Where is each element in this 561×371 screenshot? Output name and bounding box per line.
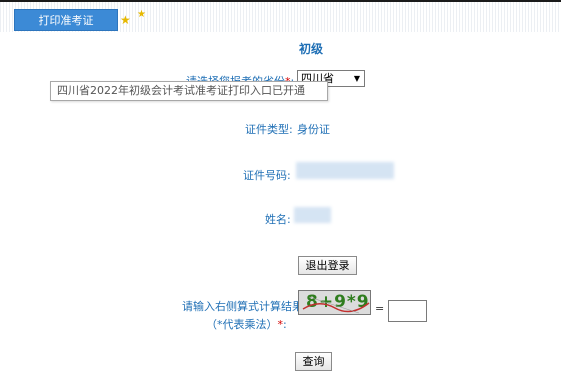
cert-number-label: 证件号码: <box>243 169 291 182</box>
captcha-label-line2: （*代表乘法）*: <box>206 316 287 332</box>
captcha-label: 请输入右侧算式计算结果 <box>182 300 303 313</box>
captcha-image[interactable]: 8+9*9 <box>298 290 371 315</box>
dropdown-arrow-icon[interactable]: ▼ <box>354 71 360 86</box>
label-colon: : <box>283 318 287 331</box>
query-button[interactable]: 查询 <box>295 352 332 371</box>
cert-number-redacted <box>296 162 394 179</box>
logout-button[interactable]: 退出登录 <box>298 256 357 275</box>
name-redacted <box>294 207 331 223</box>
captcha-hint: （*代表乘法） <box>206 318 278 331</box>
tooltip: 四川省2022年初级会计考试准考证打印入口已开通 <box>50 81 328 101</box>
page-title: 初级 <box>299 42 324 56</box>
cert-type-value: 身份证 <box>297 123 330 136</box>
print-admission-tab[interactable]: 打印准考证 <box>14 9 118 31</box>
captcha-noise <box>302 296 370 314</box>
equals-sign: = <box>375 302 385 315</box>
captcha-answer-input[interactable] <box>388 300 427 322</box>
star-icon: ★ <box>137 9 146 20</box>
cert-type-label: 证件类型: <box>245 123 293 136</box>
name-label: 姓名: <box>265 213 291 226</box>
star-icon: ★ <box>120 13 131 27</box>
